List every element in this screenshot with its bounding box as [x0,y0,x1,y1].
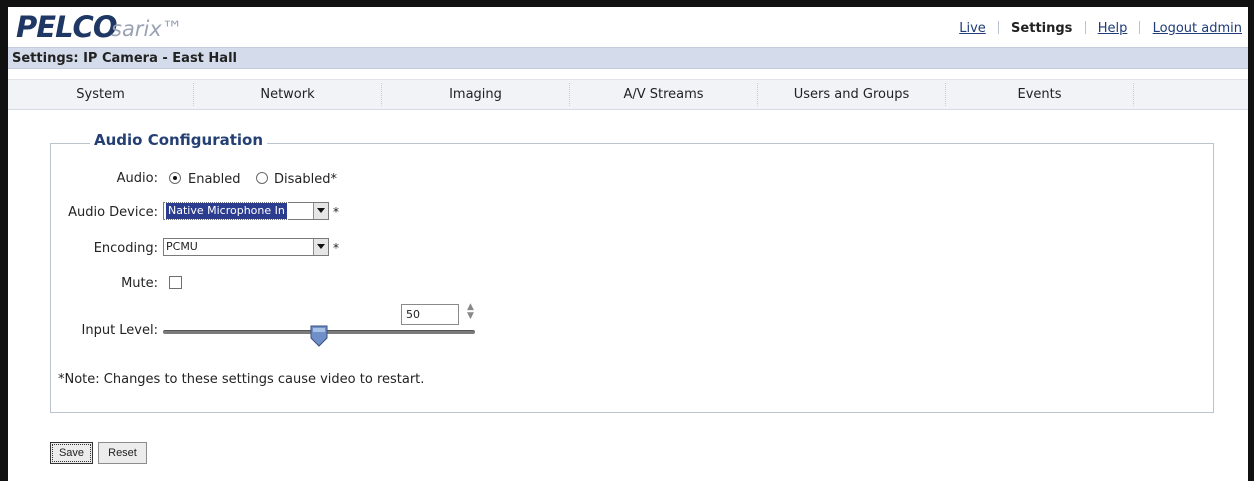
spin-up-icon[interactable]: ▲ [467,303,474,312]
mute-label: Mute: [121,276,158,291]
save-button[interactable]: Save [50,442,93,464]
encoding-value: PCMU [166,240,198,253]
input-level-slider-thumb[interactable] [310,325,328,347]
audio-label: Audio: [116,171,158,186]
tab-network[interactable]: Network [194,80,381,109]
restart-note: *Note: Changes to these settings cause v… [58,372,425,387]
settings-tabs: System Network Imaging A/V Streams Users… [8,79,1248,110]
chevron-down-icon[interactable] [313,203,328,219]
tab-divider [1133,83,1135,106]
link-divider [997,21,999,34]
tab-imaging[interactable]: Imaging [382,80,569,109]
sarix-logo: sarix™ [111,17,183,41]
top-navigation: Live Settings Help Logout admin [959,21,1242,36]
pelco-logo: PELCO [16,10,117,44]
settings-link[interactable]: Settings [1011,21,1072,36]
audio-enabled-label[interactable]: Enabled [188,172,241,187]
page-title: Settings: IP Camera - East Hall [8,47,1248,69]
tab-system[interactable]: System [8,80,193,109]
audio-disabled-label[interactable]: Disabled* [274,172,337,187]
audio-device-select[interactable]: Native Microphone In [163,202,329,220]
link-divider [1139,21,1141,34]
required-marker: * [333,241,339,255]
required-marker: * [333,205,339,219]
audio-device-label: Audio Device: [68,205,158,220]
audio-device-value: Native Microphone In [165,202,288,220]
tab-av-streams[interactable]: A/V Streams [570,80,757,109]
encoding-select[interactable]: PCMU [163,238,329,256]
audio-enabled-radio[interactable] [169,172,181,184]
logout-link[interactable]: Logout admin [1153,21,1242,36]
header: PELCO sarix™ Live Settings Help Logout a… [8,7,1248,47]
section-legend: Audio Configuration [90,131,268,149]
tab-events[interactable]: Events [946,80,1133,109]
input-level-label: Input Level: [81,323,159,338]
tab-users-and-groups[interactable]: Users and Groups [758,80,945,109]
chevron-down-icon[interactable] [313,239,328,255]
live-link[interactable]: Live [959,21,986,36]
help-link[interactable]: Help [1098,21,1128,36]
encoding-label: Encoding: [93,241,158,256]
link-divider [1084,21,1086,34]
spin-down-icon[interactable]: ▼ [467,312,474,321]
mute-checkbox[interactable] [169,276,182,289]
audio-disabled-radio[interactable] [256,172,268,184]
input-level-value[interactable]: 50 [401,304,459,325]
reset-button[interactable]: Reset [98,442,147,464]
